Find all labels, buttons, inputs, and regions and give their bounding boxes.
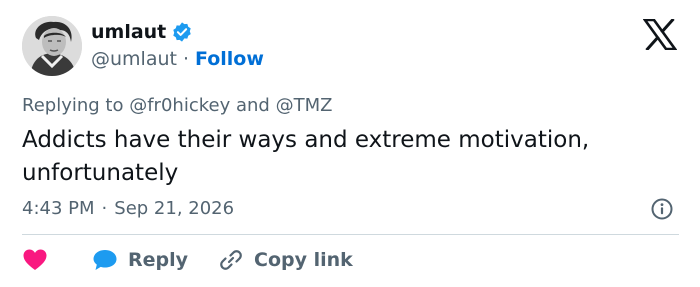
handle-separator: · — [182, 48, 190, 70]
author-handle[interactable]: @umlaut — [91, 47, 177, 71]
reply-label: Reply — [128, 249, 189, 271]
copy-link-button[interactable]: Copy link — [188, 247, 353, 273]
verified-badge-icon — [171, 21, 193, 43]
tweet-text: Addicts have their ways and extreme moti… — [22, 127, 590, 186]
replying-prefix: Replying to — [22, 95, 124, 116]
author-name-row: umlaut — [91, 20, 193, 44]
avatar-portrait-image — [22, 16, 82, 76]
replying-to-line: Replying to @fr0hickey and @TMZ — [22, 94, 332, 118]
heart-icon — [23, 249, 47, 270]
link-icon — [220, 250, 242, 270]
mention-link[interactable]: @fr0hickey — [129, 95, 230, 116]
like-button[interactable] — [22, 248, 48, 272]
divider — [22, 234, 679, 235]
mention-link[interactable]: @TMZ — [276, 95, 333, 116]
author-handle-row: @umlaut · Follow — [91, 47, 264, 71]
tweet-time: 4:43 PM — [22, 198, 95, 219]
tweet-date: Sep 21, 2026 — [114, 198, 235, 219]
info-icon[interactable] — [650, 197, 674, 221]
timestamp-separator: · — [101, 198, 108, 219]
tweet-card: umlaut @umlaut · Follow Replying to @fr0… — [0, 0, 700, 287]
action-bar: Reply Copy link — [22, 246, 353, 274]
follow-button[interactable]: Follow — [195, 47, 264, 71]
replying-conjunction: and — [235, 95, 270, 116]
copy-link-label: Copy link — [254, 249, 353, 271]
x-logo-icon[interactable] — [642, 17, 678, 52]
author-display-name[interactable]: umlaut — [91, 20, 166, 44]
reply-button[interactable]: Reply — [48, 248, 188, 272]
avatar[interactable] — [22, 16, 82, 76]
tweet-timestamp[interactable]: 4:43 PM · Sep 21, 2026 — [22, 197, 234, 221]
reply-bubble-icon — [93, 250, 117, 270]
